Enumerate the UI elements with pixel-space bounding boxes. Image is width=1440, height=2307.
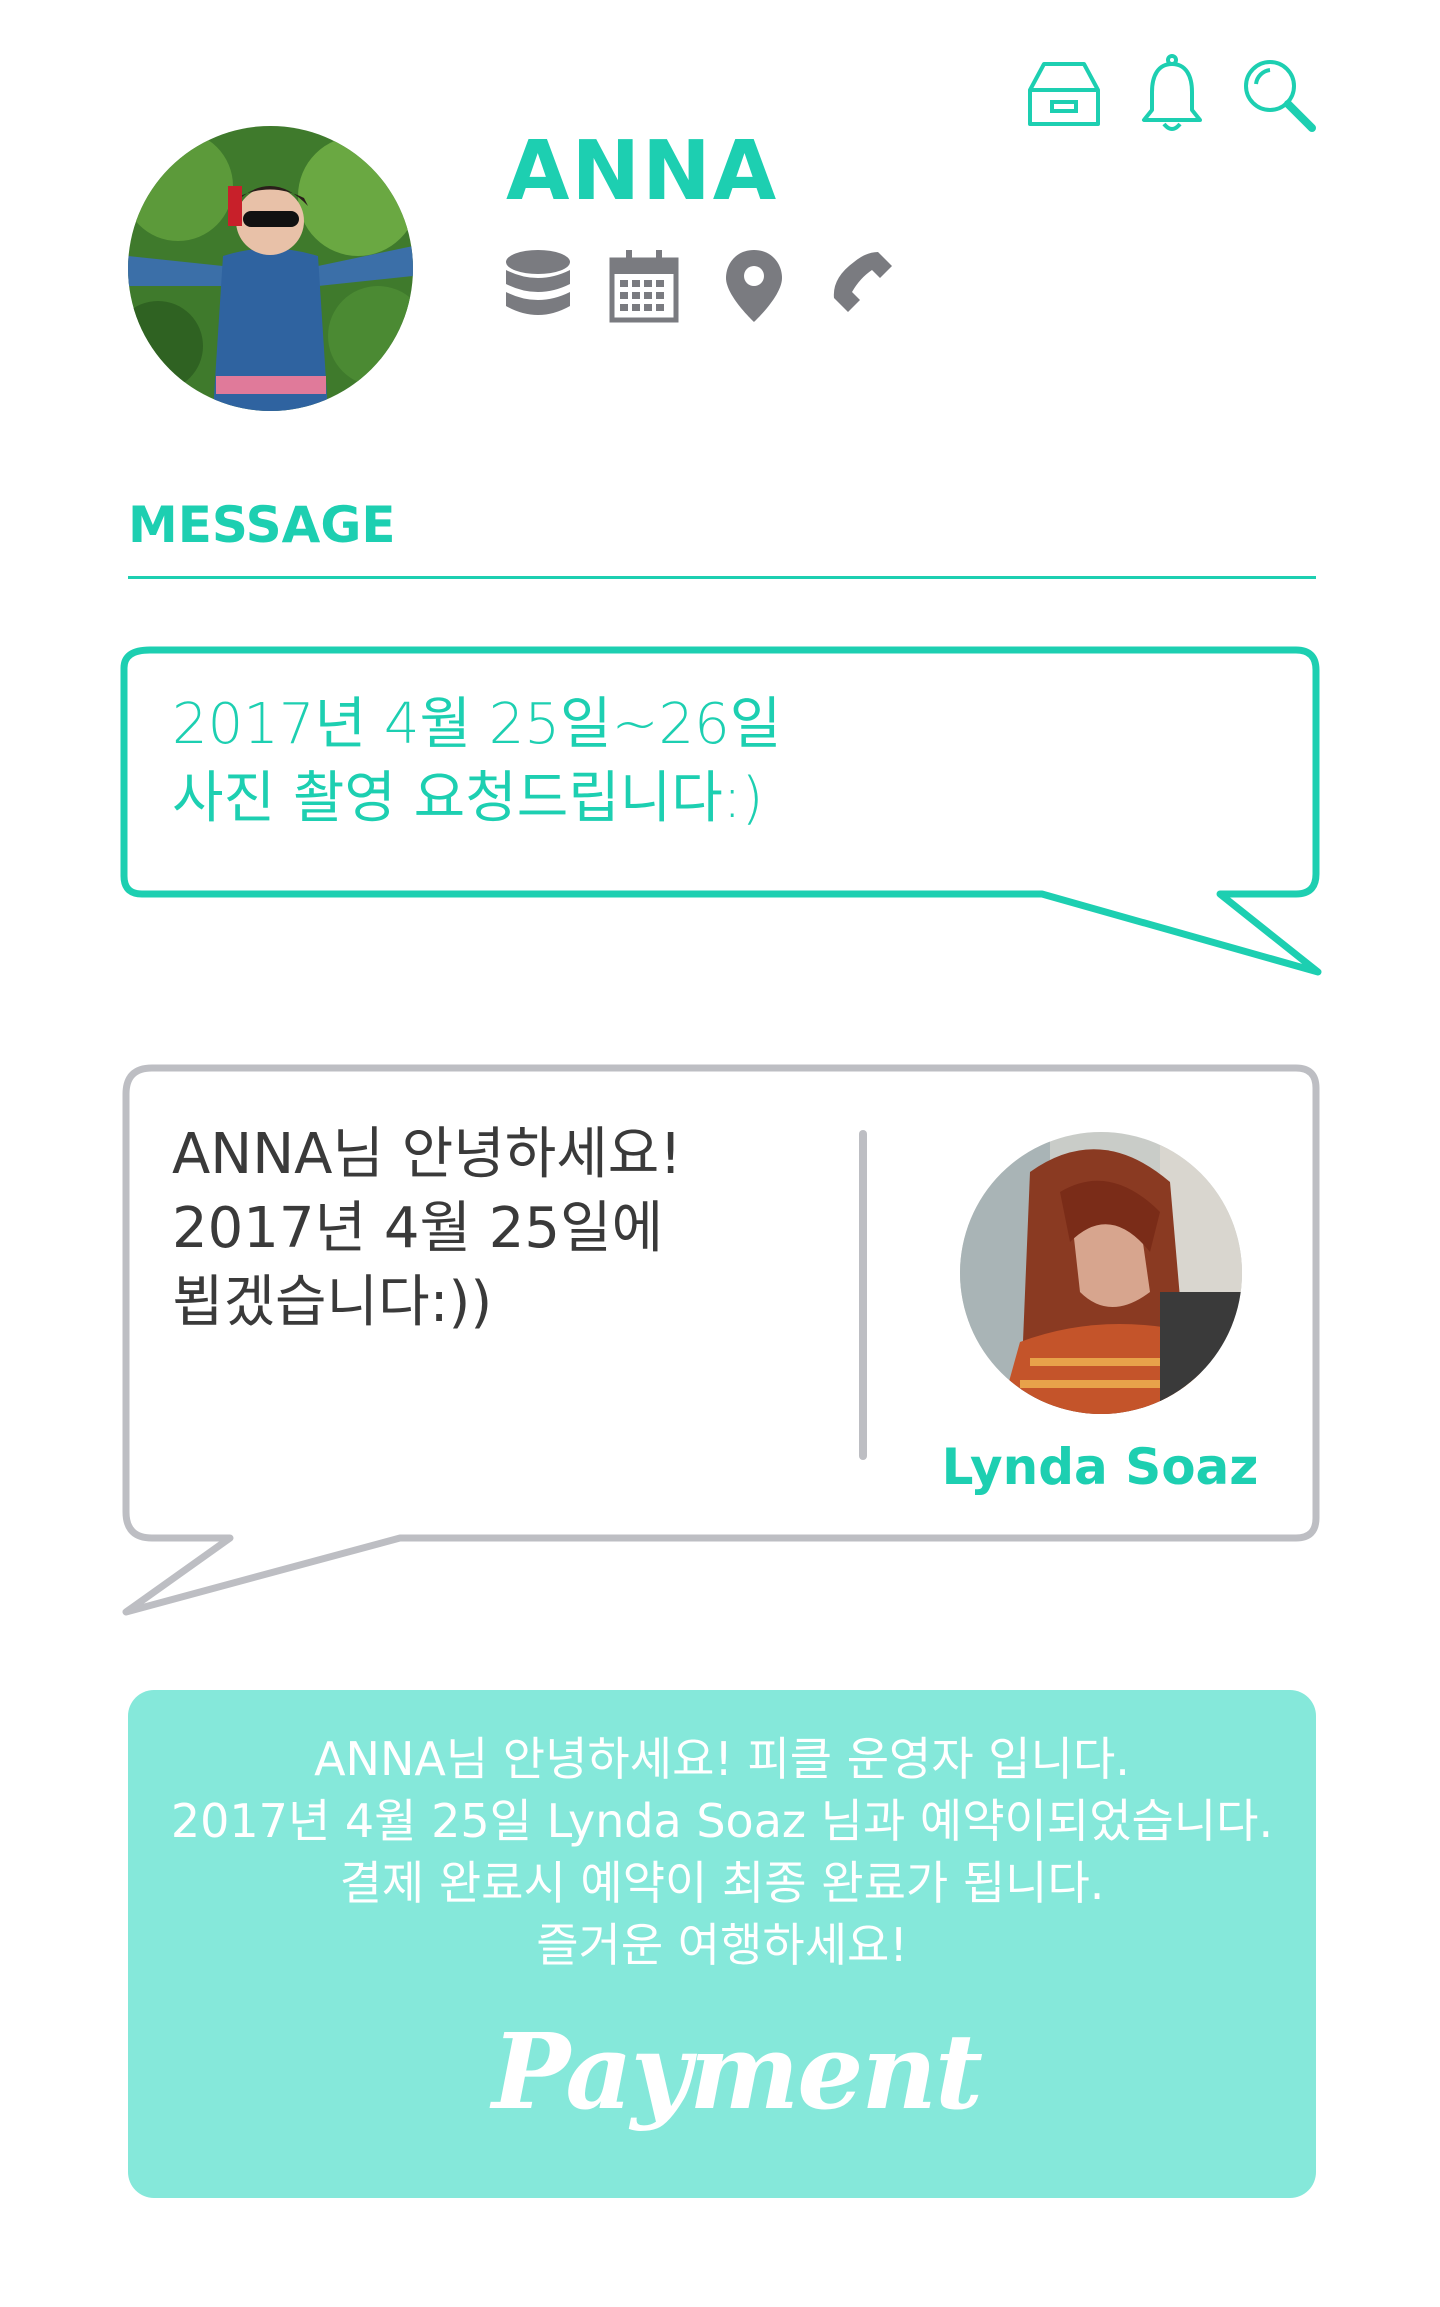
request-message-text: 2017년 4월 25일~26일 사진 촬영 요청드립니다:)	[172, 692, 782, 831]
payment-button-label: Payment	[492, 2010, 983, 2133]
notice-text: ANNA님 안녕하세요! 피클 운영자 입니다. 2017년 4월 25일 Ly…	[170, 1732, 1274, 1972]
reply-message-text: ANNA님 안녕하세요! 2017년 4월 25일에 뵙겠습니다:))	[172, 1122, 682, 1335]
booking-notice-card: ANNA님 안녕하세요! 피클 운영자 입니다. 2017년 4월 25일 Ly…	[128, 1690, 1316, 2198]
sender-name[interactable]: Lynda Soaz	[940, 1438, 1260, 1496]
bubble-divider	[859, 1130, 867, 1460]
sender-avatar[interactable]	[960, 1132, 1242, 1414]
payment-button[interactable]: Payment	[492, 1990, 983, 2150]
